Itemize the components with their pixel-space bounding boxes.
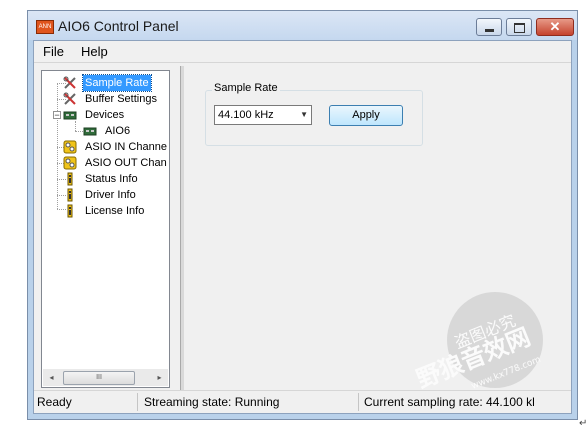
device-card-icon [83,127,97,136]
status-streaming: Streaming state: Running [144,395,280,409]
app-logo-icon: ANN [36,20,54,34]
minimize-button[interactable] [476,18,502,36]
menu-help[interactable]: Help [81,44,108,59]
tree-label: ASIO OUT Chan [85,157,167,169]
status-divider [137,393,138,411]
info-icon [67,204,73,218]
tree-label: License Info [85,205,145,217]
status-ready: Ready [37,395,72,409]
tools-icon [63,76,76,89]
tree-label: Status Info [85,173,138,185]
scroll-left-icon[interactable]: ◂ [43,369,60,386]
sample-rate-dropdown[interactable]: 44.100 kHz ▼ [214,105,312,125]
scroll-right-icon[interactable]: ▸ [151,369,168,386]
title-bar[interactable]: ANN AIO6 Control Panel ✕ [28,11,577,40]
navigation-tree[interactable]: − Sample Rate Buffer Settings Devices AI… [41,70,170,388]
tree-connector [57,83,58,209]
tree-label: ASIO IN Channe [85,141,167,153]
minimize-icon [485,29,494,32]
maximize-icon [514,23,525,33]
window-title: AIO6 Control Panel [58,18,179,34]
status-divider [358,393,359,411]
tree-label: Buffer Settings [85,93,157,105]
close-button[interactable]: ✕ [536,18,574,36]
info-icon [67,172,73,186]
collapse-devices-toggle[interactable]: − [53,111,61,120]
apply-button[interactable]: Apply [329,105,403,126]
tools-icon [63,92,76,105]
tree-connector [75,121,76,131]
channel-icon [63,140,77,154]
close-icon: ✕ [549,19,561,34]
tree-label: Devices [85,109,125,121]
tree-horizontal-scrollbar[interactable]: ◂ III ▸ [43,369,168,386]
sample-rate-value: 44.100 kHz [218,109,274,121]
tree-label: Sample Rate [82,74,152,92]
panel-splitter[interactable] [180,66,184,396]
chevron-down-icon: ▼ [300,110,308,119]
device-card-icon [63,111,77,120]
return-mark-icon: ↵ [579,418,586,429]
scroll-thumb[interactable]: III [63,371,135,385]
menu-bar: File Help [34,41,571,63]
sample-rate-group-label: Sample Rate [212,82,280,94]
watermark-stamp: 盗图必究 野狼音效网 www.kx778.com [413,292,543,394]
maximize-button[interactable] [506,18,532,36]
tree-label: AIO6 [105,125,131,137]
channel-icon [63,156,77,170]
tree-label: Driver Info [85,189,136,201]
info-icon [67,188,73,202]
menu-file[interactable]: File [43,44,64,59]
